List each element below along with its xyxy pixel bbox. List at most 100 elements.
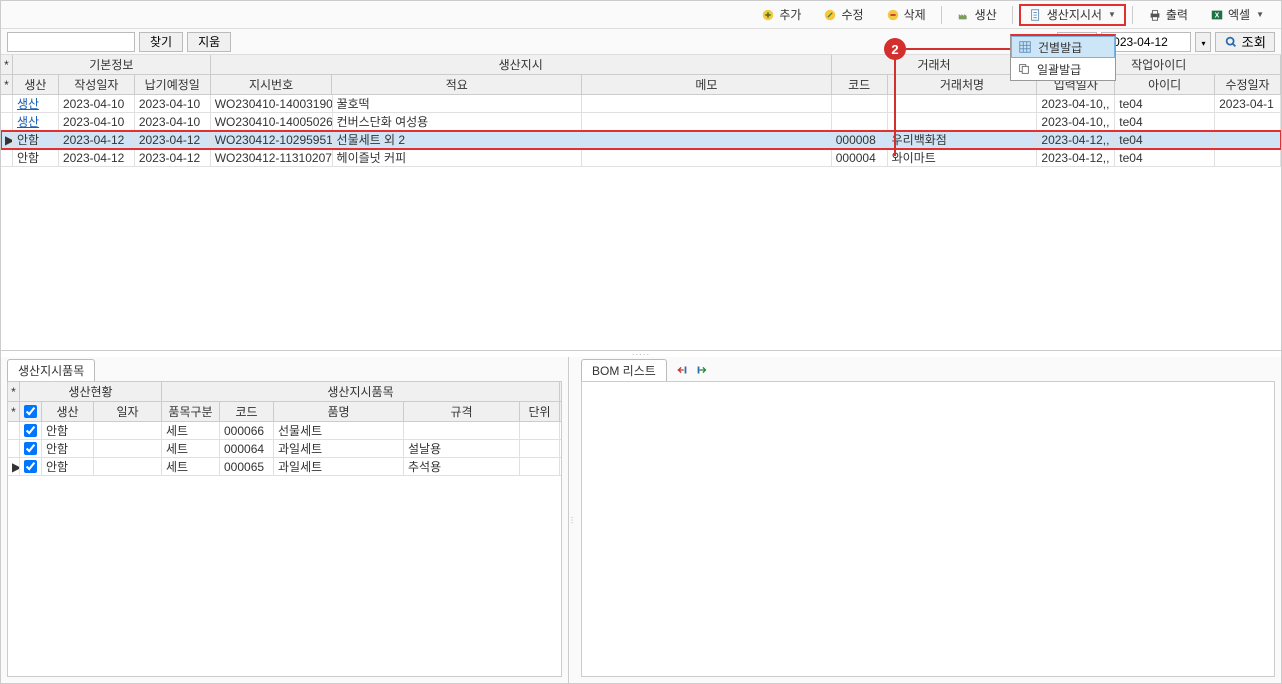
- cell-memo: [582, 95, 832, 112]
- col-date[interactable]: 일자: [94, 402, 162, 421]
- factory-icon: [957, 8, 971, 22]
- col-prod[interactable]: 생산: [13, 75, 59, 94]
- col-code[interactable]: 코드: [832, 75, 888, 94]
- add-label: 추가: [779, 6, 801, 23]
- cell-prod: 안함: [13, 131, 59, 148]
- search-icon: [1224, 35, 1238, 49]
- find-button[interactable]: 찾기: [139, 32, 183, 52]
- edit-button[interactable]: 수정: [814, 4, 872, 26]
- cell-memo: [582, 149, 832, 166]
- produce-button[interactable]: 생산: [948, 4, 1006, 26]
- col-name[interactable]: 품명: [274, 402, 404, 421]
- query-label: 조회: [1241, 32, 1266, 51]
- col-unit[interactable]: 단위: [520, 402, 560, 421]
- collapse-icon[interactable]: [675, 363, 689, 377]
- delete-button[interactable]: 삭제: [877, 4, 935, 26]
- prod-order-button[interactable]: 생산지시서 ▼: [1019, 4, 1126, 26]
- cell-regdate: 2023-04-10,,: [1037, 95, 1115, 112]
- cell-date2: 2023-04-10: [135, 95, 211, 112]
- cell-prod[interactable]: 생산: [13, 113, 59, 130]
- row-handle-header: *: [8, 382, 20, 401]
- dropdown-item-batch[interactable]: 일괄발급: [1011, 58, 1115, 80]
- row-checkbox[interactable]: [24, 442, 37, 455]
- cell-memo: [582, 131, 832, 148]
- cell-name: 과일세트: [274, 440, 404, 457]
- cell-code: 000065: [220, 458, 274, 475]
- table-row[interactable]: ▶안함2023-04-122023-04-12WO230412-10295951…: [1, 131, 1281, 149]
- cell-type: 세트: [162, 458, 220, 475]
- table-row[interactable]: 안함세트000066선물세트: [8, 422, 561, 440]
- cell-code: 000008: [832, 131, 888, 148]
- query-button[interactable]: 조회: [1215, 32, 1275, 52]
- cell-spec: 추석용: [404, 458, 520, 475]
- row-checkbox[interactable]: [24, 424, 37, 437]
- cell-order: WO230410-14005026: [211, 113, 333, 130]
- cell-order: WO230412-11310207: [211, 149, 333, 166]
- clear-button[interactable]: 지움: [187, 32, 231, 52]
- prod-order-dropdown: 건별발급 일괄발급: [1010, 34, 1116, 81]
- col-userid[interactable]: 아이디: [1115, 75, 1215, 94]
- dropdown-batch-label: 일괄발급: [1037, 61, 1081, 78]
- cell-check[interactable]: [20, 458, 42, 475]
- grid-icon: [1018, 40, 1032, 54]
- dropdown-single-label: 건별발급: [1038, 39, 1082, 56]
- print-label: 출력: [1166, 6, 1188, 23]
- chevron-down-icon: ▼: [1108, 10, 1116, 19]
- cell-name: 선물세트: [274, 422, 404, 439]
- date-dropdown-button[interactable]: ▾: [1195, 32, 1211, 52]
- cell-check[interactable]: [20, 422, 42, 439]
- row-handle: ▶: [8, 458, 20, 475]
- excel-icon: X: [1210, 8, 1224, 22]
- table-row[interactable]: 생산2023-04-102023-04-10WO230410-14005026컨…: [1, 113, 1281, 131]
- table-row[interactable]: ▶안함세트000065과일세트추석용: [8, 458, 561, 476]
- main-grid: * 기본정보 생산지시 거래처 작업아이디 * 생산 작성일자 납기예정일 지시…: [1, 55, 1281, 351]
- cell-desc: 꿀호떡: [333, 95, 583, 112]
- col-code[interactable]: 코드: [220, 402, 274, 421]
- items-column-header: * 생산 일자 품목구분 코드 품명 규격 단위: [8, 402, 561, 422]
- excel-button[interactable]: X 엑셀 ▼: [1201, 4, 1273, 26]
- cell-check[interactable]: [20, 440, 42, 457]
- col-type[interactable]: 품목구분: [162, 402, 220, 421]
- col-prod[interactable]: 생산: [42, 402, 94, 421]
- cell-spec: [404, 422, 520, 439]
- cell-prod[interactable]: 생산: [13, 95, 59, 112]
- cell-code: [832, 113, 888, 130]
- tab-order-items[interactable]: 생산지시품목: [7, 359, 95, 381]
- cell-prod: 안함: [42, 440, 94, 457]
- check-all[interactable]: [24, 405, 37, 418]
- row-handle: ▶: [1, 131, 13, 148]
- expand-icon[interactable]: [695, 363, 709, 377]
- printer-icon: [1148, 8, 1162, 22]
- cell-date1: 2023-04-10: [59, 95, 135, 112]
- add-button[interactable]: 추가: [752, 4, 810, 26]
- cell-vendor: 와이마트: [888, 149, 1038, 166]
- dropdown-item-single[interactable]: 건별발급: [1011, 36, 1115, 58]
- edit-label: 수정: [841, 6, 863, 23]
- row-handle-header: *: [1, 55, 13, 74]
- col-moddate[interactable]: 수정일자: [1215, 75, 1281, 94]
- print-button[interactable]: 출력: [1139, 4, 1197, 26]
- group-basic: 기본정보: [13, 55, 211, 74]
- cell-vendor: [888, 95, 1038, 112]
- col-spec[interactable]: 규격: [404, 402, 520, 421]
- toolbar: 추가 수정 삭제 생산 생산지시서 ▼ 출력 X 엑셀 ▼: [1, 1, 1281, 29]
- table-row[interactable]: 안함세트000064과일세트설날용: [8, 440, 561, 458]
- col-date2[interactable]: 납기예정일: [135, 75, 211, 94]
- table-row[interactable]: 생산2023-04-102023-04-10WO230410-14003190꿀…: [1, 95, 1281, 113]
- cell-order: WO230412-10295951: [211, 131, 333, 148]
- col-date1[interactable]: 작성일자: [59, 75, 135, 94]
- annotation-line: [894, 48, 896, 156]
- tab-bom-list[interactable]: BOM 리스트: [581, 359, 667, 381]
- col-memo[interactable]: 메모: [582, 75, 832, 94]
- delete-label: 삭제: [904, 6, 926, 23]
- table-row[interactable]: 안함2023-04-122023-04-12WO230412-11310207헤…: [1, 149, 1281, 167]
- row-checkbox[interactable]: [24, 460, 37, 473]
- bom-grid: [581, 381, 1275, 677]
- col-desc[interactable]: 적요: [332, 75, 582, 94]
- col-check[interactable]: [20, 402, 42, 421]
- search-input[interactable]: [7, 32, 135, 52]
- bottom-panels: 생산지시품목 * 생산현황 생산지시품목 * 생산 일자 품목구분 코드 품명 …: [1, 357, 1281, 683]
- col-order[interactable]: 지시번호: [211, 75, 333, 94]
- right-panel: BOM 리스트: [575, 357, 1281, 683]
- cell-order: WO230410-14003190: [211, 95, 333, 112]
